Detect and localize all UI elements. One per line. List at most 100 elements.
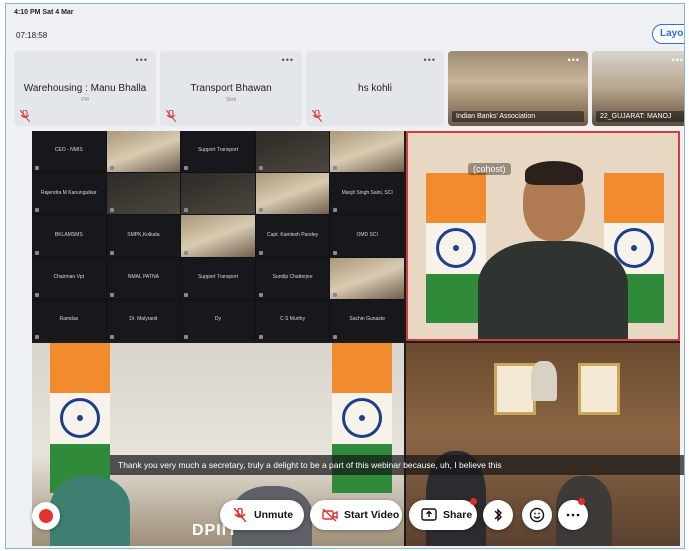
tile-name: Manjit Singh Saini, SCI [341, 189, 393, 196]
grid-tile[interactable]: Sundip Chatterjee [255, 257, 330, 299]
grid-tile[interactable]: NMAL PATNA [106, 257, 181, 299]
video-off-icon [322, 508, 338, 522]
mic-icon [333, 250, 338, 255]
grid-tile[interactable]: Dy [181, 299, 255, 341]
share-button[interactable]: Share [409, 500, 477, 530]
participant-name: Transport Bhawan [190, 83, 272, 94]
portrait-frame [494, 363, 536, 415]
zoom-window: 4:10 PM Sat 4 Mar 07:18:58 Layo ••• Ware… [5, 3, 685, 549]
emblem-image [531, 361, 557, 401]
more-options-icon[interactable]: ••• [672, 55, 684, 65]
grid-tile[interactable] [330, 131, 404, 173]
grid-tile[interactable] [255, 131, 330, 173]
participant-video-thumbnail[interactable]: ••• Indian Banks' Association [448, 51, 588, 126]
mic-icon [184, 250, 189, 255]
record-icon [39, 509, 53, 523]
tile-name: NMAL PATNA [127, 274, 159, 281]
mic-icon [35, 250, 39, 255]
grid-tile[interactable]: BKLAMSMS [32, 215, 106, 257]
grid-tile[interactable] [330, 257, 404, 299]
layout-button[interactable]: Layo [652, 24, 684, 44]
portrait-frame [578, 363, 620, 415]
active-speaker-video[interactable]: (cohost) [406, 131, 680, 341]
tile-name: CEO - NMIS [54, 147, 83, 154]
share-label: Share [443, 509, 473, 521]
mic-icon [184, 292, 189, 297]
tile-name: C S Murthy [280, 316, 306, 323]
participant-label: 22_GUJARAT: MANOJ [596, 111, 684, 122]
mic-icon [35, 335, 39, 339]
unmute-button[interactable]: Unmute [220, 500, 304, 530]
more-button[interactable] [558, 500, 588, 530]
grid-tile[interactable]: Support Transport [181, 257, 255, 299]
grid-tile[interactable]: Capt. Kamlesh Pandey [255, 215, 330, 257]
tile-name: Sachin Gunaste [349, 316, 385, 323]
participant-thumbnail[interactable]: ••• Warehousing : Manu Bhalla PM [14, 51, 156, 126]
participant-label: Indian Banks' Association [452, 111, 584, 122]
mic-icon [35, 292, 39, 297]
cohost-badge: (cohost) [468, 163, 511, 175]
grid-tile[interactable] [181, 215, 255, 257]
mic-icon [258, 250, 263, 255]
participant-thumbnail[interactable]: ••• Transport Bhawan Stott [160, 51, 302, 126]
muted-mic-icon [233, 508, 247, 522]
mic-icon [109, 250, 114, 255]
grid-tile[interactable]: Chairman Vpt [32, 257, 106, 299]
main-video-area: CEO - NMIS Support Transport Rajendra M … [32, 131, 680, 546]
mic-icon [333, 292, 338, 297]
participant-grid: CEO - NMIS Support Transport Rajendra M … [32, 131, 404, 341]
mic-icon [109, 208, 114, 213]
grid-tile[interactable] [106, 131, 181, 173]
flag-image [426, 173, 486, 323]
meeting-timer: 07:18:58 [16, 31, 48, 40]
grid-tile[interactable] [181, 173, 255, 215]
start-video-button[interactable]: Start Video [310, 500, 402, 530]
grid-tile[interactable]: SMPK,Kolkata [106, 215, 181, 257]
grid-tile[interactable]: Rajendra M Kanungutkar [32, 173, 106, 215]
unmute-label: Unmute [254, 509, 294, 521]
mic-icon [35, 208, 39, 213]
tile-name: Chairman Vpt [53, 274, 85, 281]
grid-tile[interactable] [106, 173, 181, 215]
grid-tile[interactable]: OMD SCI [330, 215, 404, 257]
record-button[interactable] [32, 502, 60, 530]
participant-name: Warehousing : Manu Bhalla [23, 83, 147, 94]
more-icon [566, 513, 580, 517]
bluetooth-button[interactable] [483, 500, 513, 530]
participant-video-thumbnail[interactable]: ••• 22_GUJARAT: MANOJ [592, 51, 684, 126]
mic-icon [184, 166, 189, 171]
participant-thumbnail[interactable]: ••• hs kohli [306, 51, 444, 126]
tile-name: OMD SCI [356, 231, 378, 238]
muted-mic-icon [166, 110, 176, 122]
mic-icon [109, 292, 114, 297]
grid-tile[interactable]: Manjit Singh Saini, SCI [330, 173, 404, 215]
tile-name: Ramdas [59, 316, 79, 323]
speaker-person [478, 161, 628, 339]
tile-name: SMPK,Kolkata [127, 231, 160, 238]
reactions-button[interactable] [522, 500, 552, 530]
grid-tile[interactable]: Sachin Gunaste [330, 299, 404, 341]
mic-icon [258, 208, 263, 213]
live-caption: Thank you very much a secretary, truly a… [110, 455, 684, 475]
mic-icon [109, 166, 114, 171]
notification-dot [578, 498, 585, 505]
tile-name: Support Transport [197, 274, 238, 281]
tile-name: Dr. Malyranit [129, 316, 158, 323]
tile-name: Dy [214, 316, 222, 323]
grid-tile[interactable]: C S Murthy [255, 299, 330, 341]
participant-subtitle: Stott [225, 97, 237, 103]
more-options-icon[interactable]: ••• [424, 55, 436, 65]
bluetooth-icon [494, 508, 502, 522]
emoji-icon [529, 507, 545, 523]
more-options-icon[interactable]: ••• [568, 55, 580, 65]
grid-tile[interactable]: Dr. Malyranit [106, 299, 181, 341]
grid-tile[interactable]: Support Transport [181, 131, 255, 173]
grid-tile[interactable]: CEO - NMIS [32, 131, 106, 173]
mic-icon [333, 335, 338, 339]
grid-tile[interactable] [255, 173, 330, 215]
grid-tile[interactable]: Ramdas [32, 299, 106, 341]
mic-icon [258, 335, 263, 339]
more-options-icon[interactable]: ••• [136, 55, 148, 65]
more-options-icon[interactable]: ••• [282, 55, 294, 65]
share-screen-icon [421, 508, 437, 521]
